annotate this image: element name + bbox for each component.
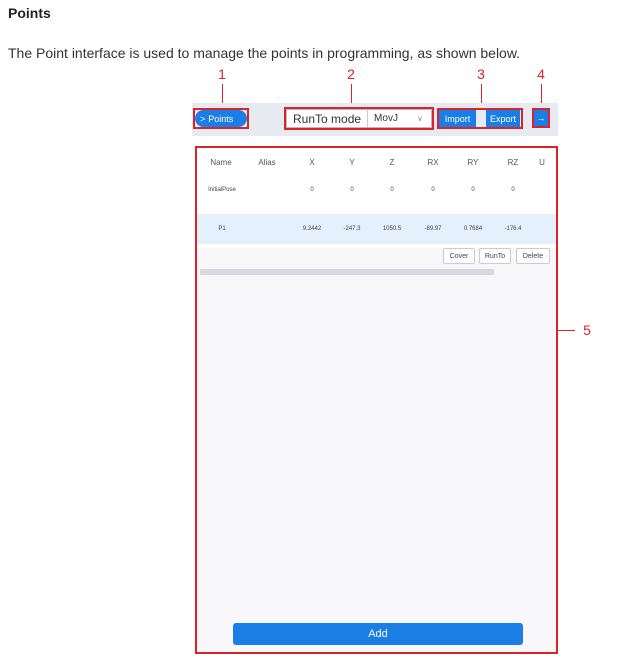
- cell-z: 1050.5: [382, 226, 402, 232]
- callout-5: 5: [583, 322, 591, 338]
- callout-5-line: [558, 330, 575, 331]
- horizontal-scrollbar[interactable]: [200, 269, 494, 275]
- cell-name: InitialPose: [208, 187, 236, 193]
- callout-4-box: [532, 108, 550, 128]
- cover-button[interactable]: Cover: [443, 248, 475, 264]
- cell-name: P1: [218, 226, 226, 232]
- intro-text: The Point interface is used to manage th…: [8, 45, 521, 61]
- col-x: X: [309, 157, 315, 167]
- cell-y: -247.3: [343, 226, 361, 232]
- cell-x: 9.2442: [302, 226, 322, 232]
- cell-ry: 0: [471, 187, 475, 193]
- table-header: Name Alias X Y Z RX RY RZ U: [197, 148, 556, 176]
- callout-3-box: [437, 108, 523, 129]
- section-heading: Points: [8, 5, 51, 21]
- runto-button[interactable]: RunTo: [479, 248, 511, 264]
- cell-rz: -176.4: [504, 226, 522, 232]
- callout-3: 3: [477, 66, 485, 82]
- cell-ry: 0.7684: [463, 226, 483, 232]
- col-rz: RZ: [507, 157, 519, 167]
- points-panel: Name Alias X Y Z RX RY RZ U InitialPose …: [195, 146, 558, 654]
- col-u: U: [539, 157, 545, 167]
- callout-2: 2: [347, 66, 355, 82]
- delete-button[interactable]: Delete: [516, 248, 550, 264]
- callout-2-box: [284, 107, 434, 130]
- callout-1-box: [193, 108, 249, 129]
- cell-u: [535, 176, 549, 204]
- col-y: Y: [349, 157, 355, 167]
- callout-4: 4: [537, 66, 545, 82]
- col-name: Name: [210, 157, 232, 167]
- cell-alias: [251, 176, 283, 204]
- cell-y: 0: [350, 187, 354, 193]
- table-row-selected[interactable]: P1 9.2442 -247.3 1050.5 -89.97 0.7684 -1…: [197, 214, 556, 244]
- cell-z: 0: [390, 187, 394, 193]
- points-table: Name Alias X Y Z RX RY RZ U InitialPose …: [197, 148, 556, 248]
- cell-x: 0: [310, 187, 314, 193]
- callout-1: 1: [218, 66, 226, 82]
- cell-rz: 0: [511, 187, 515, 193]
- col-rx: RX: [427, 157, 439, 167]
- table-row[interactable]: InitialPose 0 0 0 0 0 0: [197, 176, 556, 204]
- col-ry: RY: [467, 157, 479, 167]
- cell-u: [535, 214, 549, 244]
- cell-alias: [251, 214, 283, 244]
- col-z: Z: [389, 157, 395, 167]
- add-point-button[interactable]: Add: [233, 623, 523, 645]
- col-alias: Alias: [258, 157, 276, 167]
- cell-rx: 0: [431, 187, 435, 193]
- row-actions: Cover RunTo Delete: [197, 248, 556, 268]
- cell-rx: -89.97: [424, 226, 442, 232]
